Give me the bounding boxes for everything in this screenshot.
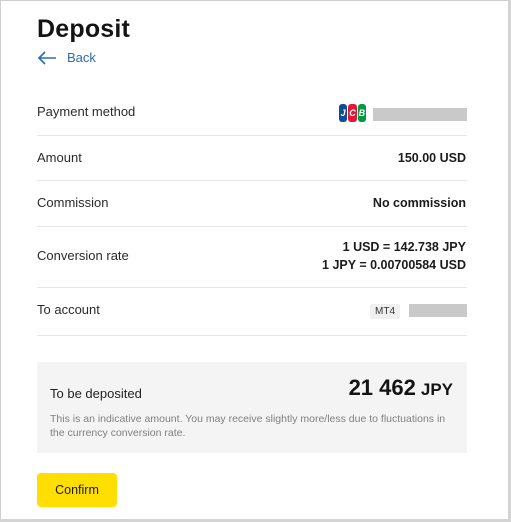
indicative-amount-note: This is an indicative amount. You may re… xyxy=(50,413,446,439)
conversion-rate-jpy-usd: 1 JPY = 0.00700584 USD xyxy=(322,258,466,272)
to-be-deposited-label: To be deposited xyxy=(50,386,142,401)
payment-method-row: Payment method J C B xyxy=(37,90,467,136)
redacted-card-number xyxy=(373,108,467,121)
jcb-b-letter: B xyxy=(357,104,366,122)
deposit-total-currency: JPY xyxy=(420,380,453,399)
jcb-c-letter: C xyxy=(348,104,357,122)
arrow-left-icon xyxy=(37,50,56,65)
back-label: Back xyxy=(67,50,96,65)
commission-label: Commission xyxy=(37,195,109,210)
deposit-summary-box: To be deposited 21 462 JPY This is an in… xyxy=(37,362,467,453)
jcb-card-icon: J C B xyxy=(339,104,366,122)
conversion-rate-row: Conversion rate 1 USD = 142.738 JPY 1 JP… xyxy=(37,227,467,288)
deposit-total: 21 462 JPY xyxy=(349,375,453,401)
commission-value: No commission xyxy=(372,196,466,210)
account-platform-badge: MT4 xyxy=(370,304,400,319)
conversion-rate-usd-jpy: 1 USD = 142.738 JPY xyxy=(342,240,466,254)
jcb-j-letter: J xyxy=(339,104,348,122)
amount-row: Amount 150.00 USD xyxy=(37,136,467,181)
back-link[interactable]: Back xyxy=(37,50,96,65)
payment-method-label: Payment method xyxy=(37,104,136,119)
confirm-button[interactable]: Confirm xyxy=(37,473,117,507)
deposit-panel: Deposit Back Payment method J C B Amount… xyxy=(0,0,511,522)
to-account-label: To account xyxy=(37,302,100,317)
amount-value: 150.00 USD xyxy=(397,151,466,165)
conversion-rate-label: Conversion rate xyxy=(37,248,129,263)
amount-label: Amount xyxy=(37,150,82,165)
commission-row: Commission No commission xyxy=(37,181,467,227)
page-title: Deposit xyxy=(37,15,131,43)
redacted-account-number xyxy=(409,304,467,317)
to-account-row: To account MT4 xyxy=(37,288,467,336)
deposit-total-amount: 21 462 xyxy=(348,375,416,400)
